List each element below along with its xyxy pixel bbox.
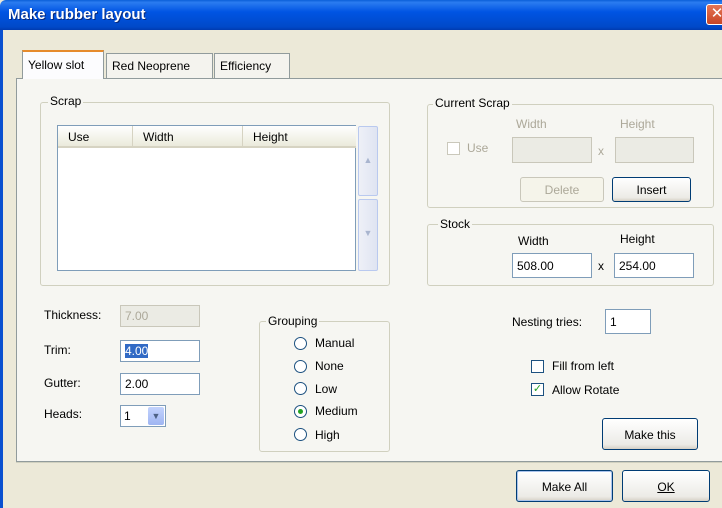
current-scrap-use-label: Use [467, 141, 489, 155]
window-title: Make rubber layout [8, 6, 146, 23]
scrap-legend: Scrap [48, 94, 84, 108]
grouping-radio-none[interactable] [294, 360, 307, 373]
tab-yellow-slot[interactable]: Yellow slot [22, 50, 104, 79]
current-scrap-legend: Current Scrap [433, 96, 512, 110]
nesting-tries-input[interactable]: 1 [605, 309, 651, 334]
current-scrap-x-label: x [598, 144, 604, 158]
fill-from-left-checkbox[interactable] [531, 360, 544, 373]
scroll-up-button[interactable]: ▲ [358, 126, 378, 196]
bottom-separator [16, 462, 722, 463]
tab-red-neoprene[interactable]: Red Neoprene [106, 53, 213, 78]
trim-value: 4.00 [125, 344, 149, 358]
allow-rotate-checkbox[interactable]: ✓ [531, 383, 544, 396]
radio-selected-dot [298, 409, 303, 414]
scrap-list[interactable]: Use Width Height [57, 125, 356, 271]
delete-button[interactable]: Delete [520, 177, 604, 202]
stock-width-input[interactable]: 508.00 [512, 253, 592, 278]
current-scrap-use-checkbox[interactable] [447, 142, 460, 155]
make-all-button[interactable]: Make All [516, 470, 613, 502]
stock-x-label: x [598, 259, 604, 273]
grouping-label-medium: Medium [315, 404, 358, 418]
stock-width-label: Width [518, 234, 549, 248]
fill-from-left-label: Fill from left [552, 359, 615, 373]
heads-select[interactable]: 1 ▼ [120, 405, 166, 427]
grouping-label-none: None [315, 359, 344, 373]
grouping-radio-high[interactable] [294, 428, 307, 441]
nesting-tries-label: Nesting tries: [512, 315, 583, 329]
grouping-label-low: Low [315, 382, 338, 396]
heads-value: 1 [124, 409, 131, 423]
current-scrap-width-input[interactable] [512, 137, 592, 163]
close-icon[interactable]: ✕ [706, 4, 722, 25]
gutter-label: Gutter: [44, 376, 81, 390]
grouping-legend: Grouping [266, 314, 320, 328]
trim-label: Trim: [44, 343, 71, 357]
chevron-down-icon[interactable]: ▼ [148, 407, 164, 425]
column-header-use[interactable]: Use [58, 126, 133, 148]
grouping-label-high: High [315, 428, 340, 442]
trim-input[interactable]: 4.00 [120, 340, 200, 362]
current-scrap-height-input[interactable] [615, 137, 694, 163]
stock-height-label: Height [620, 232, 655, 246]
heads-label: Heads: [44, 407, 83, 421]
column-header-height[interactable]: Height [243, 126, 356, 148]
window-border [0, 30, 3, 508]
allow-rotate-label: Allow Rotate [552, 383, 620, 397]
current-scrap-width-label: Width [516, 117, 547, 131]
grouping-label-manual: Manual [315, 336, 355, 350]
ok-button[interactable]: OK [622, 470, 710, 502]
insert-button[interactable]: Insert [612, 177, 691, 202]
gutter-input[interactable]: 2.00 [120, 373, 200, 395]
tab-efficiency[interactable]: Efficiency [214, 53, 290, 78]
column-header-width[interactable]: Width [133, 126, 243, 148]
grouping-radio-medium[interactable] [294, 405, 307, 418]
make-this-button[interactable]: Make this [602, 418, 698, 450]
stock-height-input[interactable]: 254.00 [614, 253, 694, 278]
stock-legend: Stock [438, 217, 473, 231]
grouping-radio-manual[interactable] [294, 337, 307, 350]
thickness-label: Thickness: [44, 308, 102, 322]
current-scrap-height-label: Height [620, 117, 655, 131]
grouping-radio-low[interactable] [294, 382, 307, 395]
scroll-down-button[interactable]: ▼ [358, 199, 378, 271]
thickness-input[interactable]: 7.00 [120, 305, 200, 327]
